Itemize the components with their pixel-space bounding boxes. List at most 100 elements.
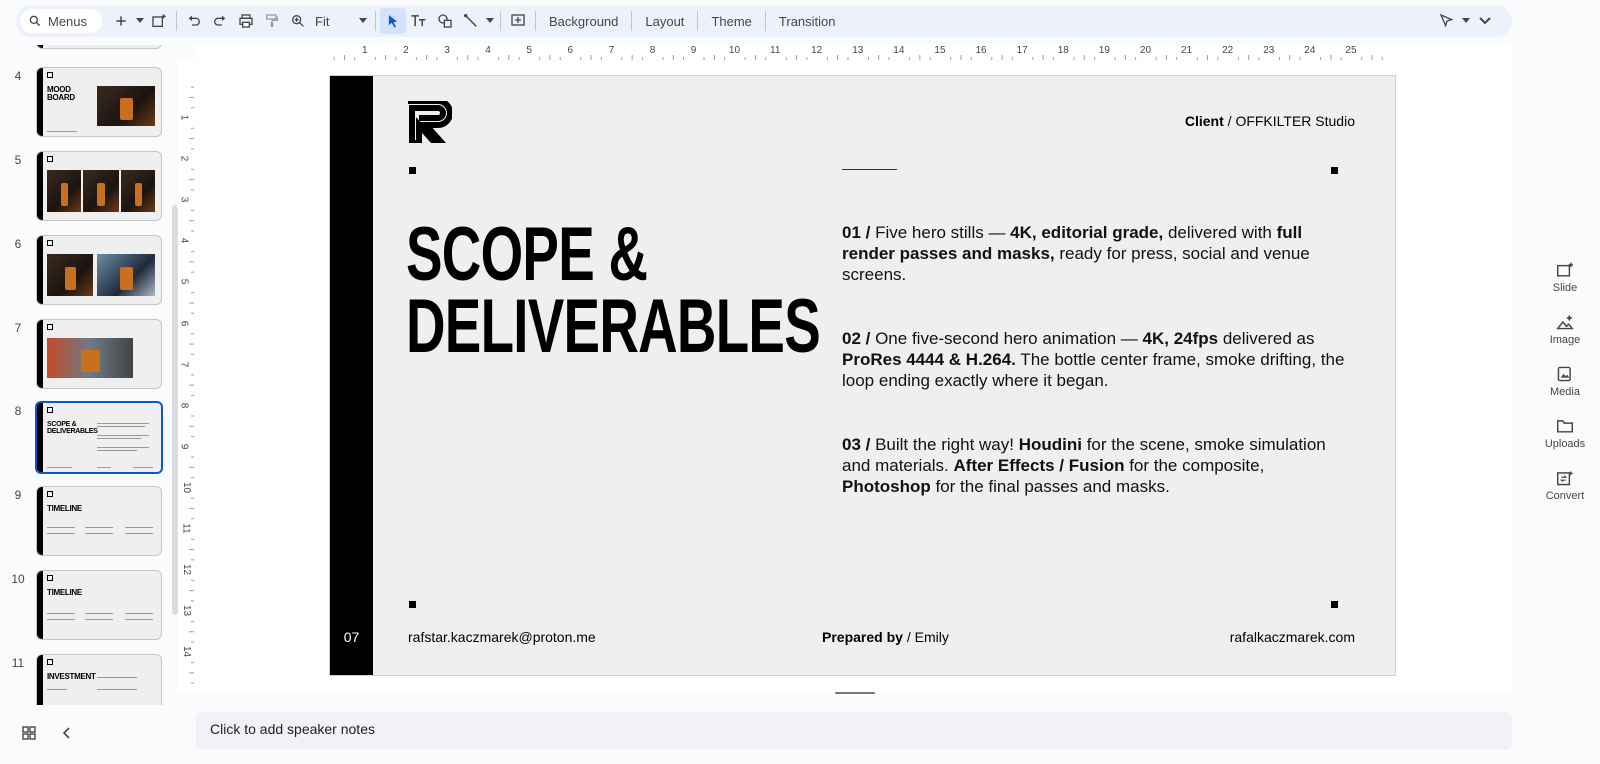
media-icon (1556, 366, 1574, 382)
media-panel-button[interactable]: Media (1540, 366, 1590, 418)
convert-icon (1556, 470, 1574, 486)
thumbnail-photo (97, 86, 155, 126)
text-box-icon[interactable] (406, 8, 432, 34)
client-label: Client (1184, 113, 1224, 129)
slide-number: 6 (14, 237, 22, 251)
chevron-down-icon (359, 18, 367, 24)
theme-button[interactable]: Theme (702, 8, 760, 34)
ruler-label: 1 (178, 114, 190, 121)
filmstrip-item-4[interactable]: 4 MOOD BOARD (0, 67, 175, 141)
slide-canvas[interactable]: 07 Client / OFFKILTER Studio SCOPE & DEL… (329, 75, 1396, 676)
new-slide-dropdown-icon[interactable] (134, 8, 146, 34)
speaker-notes[interactable]: Click to add speaker notes (196, 712, 1512, 750)
grid-view-icon[interactable] (22, 726, 36, 740)
ruler-label: 8 (178, 402, 190, 408)
toolbar-divider (631, 11, 633, 31)
collapse-panel-chevron-icon[interactable] (62, 727, 70, 739)
line-dropdown-icon[interactable] (484, 8, 496, 34)
filmstrip-item-11[interactable]: 11 INVESTMENT (0, 654, 175, 705)
slide-thumbnail[interactable]: TIMELINE (36, 570, 162, 640)
toolbar-divider (500, 11, 501, 31)
client-name: OFFKILTER Studio (1235, 113, 1355, 129)
slide-thumbnail[interactable] (36, 319, 162, 389)
transition-button[interactable]: Transition (770, 8, 845, 34)
background-button[interactable]: Background (540, 8, 627, 34)
item-number: 03 / (842, 435, 871, 454)
item-emphasis: 4K, 24fps (1142, 329, 1219, 348)
ruler-label: 5 (178, 279, 190, 285)
deliverable-item: 02 / One five-second hero animation — 4K… (842, 328, 1352, 391)
slide-thumbnail[interactable] (36, 151, 162, 221)
ruler-label: 2 (403, 45, 409, 56)
ruler-label: 4 (485, 45, 491, 56)
convert-panel-button[interactable]: Convert (1540, 470, 1590, 522)
slide-thumbnail[interactable]: MOOD BOARD (36, 67, 162, 137)
corner-marker (1331, 167, 1338, 174)
new-slide-icon[interactable] (108, 8, 134, 34)
filmstrip-item-6[interactable]: 6 (0, 235, 175, 309)
redo-icon[interactable] (207, 8, 233, 34)
thumbnail-title: TIMELINE (47, 588, 82, 597)
pointer-dropdown-icon[interactable] (1460, 8, 1472, 34)
horizontal-ruler: 1 2 3 4 5 6 7 8 9 10 11 12 13 14 15 16 17 18 19 20 21 22 23 24 2… (195, 44, 1512, 60)
slide-panel-button[interactable]: Slide (1540, 262, 1590, 314)
ruler-label: 25 (1345, 45, 1357, 56)
item-text: delivered with (1163, 223, 1277, 242)
filmstrip-item[interactable] (0, 45, 175, 53)
add-slide-icon[interactable] (146, 8, 172, 34)
slide-thumbnail-selected[interactable]: SCOPE & DELIVERABLES (35, 401, 163, 474)
print-icon[interactable] (233, 8, 259, 34)
slide-number: 7 (14, 321, 22, 335)
filmstrip-item-10[interactable]: 10 TIMELINE (0, 570, 175, 644)
item-text: for the composite, (1124, 456, 1265, 475)
line-icon[interactable] (458, 8, 484, 34)
ruler-label: 12 (811, 45, 823, 56)
paint-format-icon[interactable] (259, 8, 285, 34)
deliverables-list[interactable]: 01 / Five hero stills — 4K, editorial gr… (842, 222, 1352, 540)
pen-pointer-icon[interactable] (1434, 8, 1460, 34)
notes-resize-handle[interactable] (835, 692, 875, 694)
slide-thumbnail[interactable]: INVESTMENT (36, 654, 162, 705)
zoom-icon[interactable] (285, 8, 311, 34)
uploads-panel-label: Uploads (1544, 438, 1586, 450)
client-separator: / (1227, 113, 1232, 129)
item-text: delivered as (1218, 329, 1315, 348)
thumbnail-photo (47, 338, 133, 378)
slide-thumbnail[interactable] (36, 235, 162, 305)
menus-search[interactable]: Menus (20, 9, 102, 33)
ruler-label: 14 (181, 646, 193, 658)
ruler-label: 2 (178, 155, 190, 162)
slide-thumbnail[interactable]: TIMELINE (36, 486, 162, 556)
shape-icon[interactable] (432, 8, 458, 34)
ruler-label: 4 (178, 238, 190, 244)
slide-thumbnail[interactable] (36, 45, 162, 49)
undo-icon[interactable] (181, 8, 207, 34)
filmstrip-item-5[interactable]: 5 (0, 151, 175, 225)
ruler-label: 11 (180, 523, 192, 534)
collapse-toolbar-chevron-icon[interactable] (1472, 8, 1498, 34)
filmstrip-item-8[interactable]: 8 SCOPE & DELIVERABLES (0, 401, 175, 476)
uploads-panel-button[interactable]: Uploads (1540, 418, 1590, 470)
layout-button[interactable]: Layout (636, 8, 693, 34)
toolbar-divider (375, 11, 376, 31)
ruler-label: 20 (1139, 45, 1152, 56)
item-text: Built the right way! (870, 435, 1019, 454)
ruler-label: 19 (1098, 45, 1110, 56)
filmstrip-item-7[interactable]: 7 (0, 319, 175, 393)
zoom-select[interactable]: Fit (311, 8, 371, 34)
item-emphasis: Houdini (1018, 435, 1082, 454)
ruler-label: 24 (1304, 45, 1316, 56)
filmstrip-item-9[interactable]: 9 TIMELINE (0, 486, 175, 560)
right-side-panel: Slide Image Media Uploads Convert (1540, 262, 1590, 522)
image-panel-button[interactable]: Image (1540, 314, 1590, 366)
prepared-name: Emily (914, 629, 949, 645)
slide-number: 8 (14, 404, 22, 418)
slide-title[interactable]: SCOPE & DELIVERABLES (406, 212, 821, 365)
corner-marker (409, 601, 416, 608)
select-cursor-icon[interactable] (380, 8, 406, 34)
search-icon (28, 14, 42, 28)
ruler-label: 14 (893, 45, 905, 56)
add-comment-icon[interactable] (505, 8, 531, 34)
slide-title-line: SCOPE & (406, 212, 648, 297)
ruler-label: 1 (362, 45, 368, 56)
